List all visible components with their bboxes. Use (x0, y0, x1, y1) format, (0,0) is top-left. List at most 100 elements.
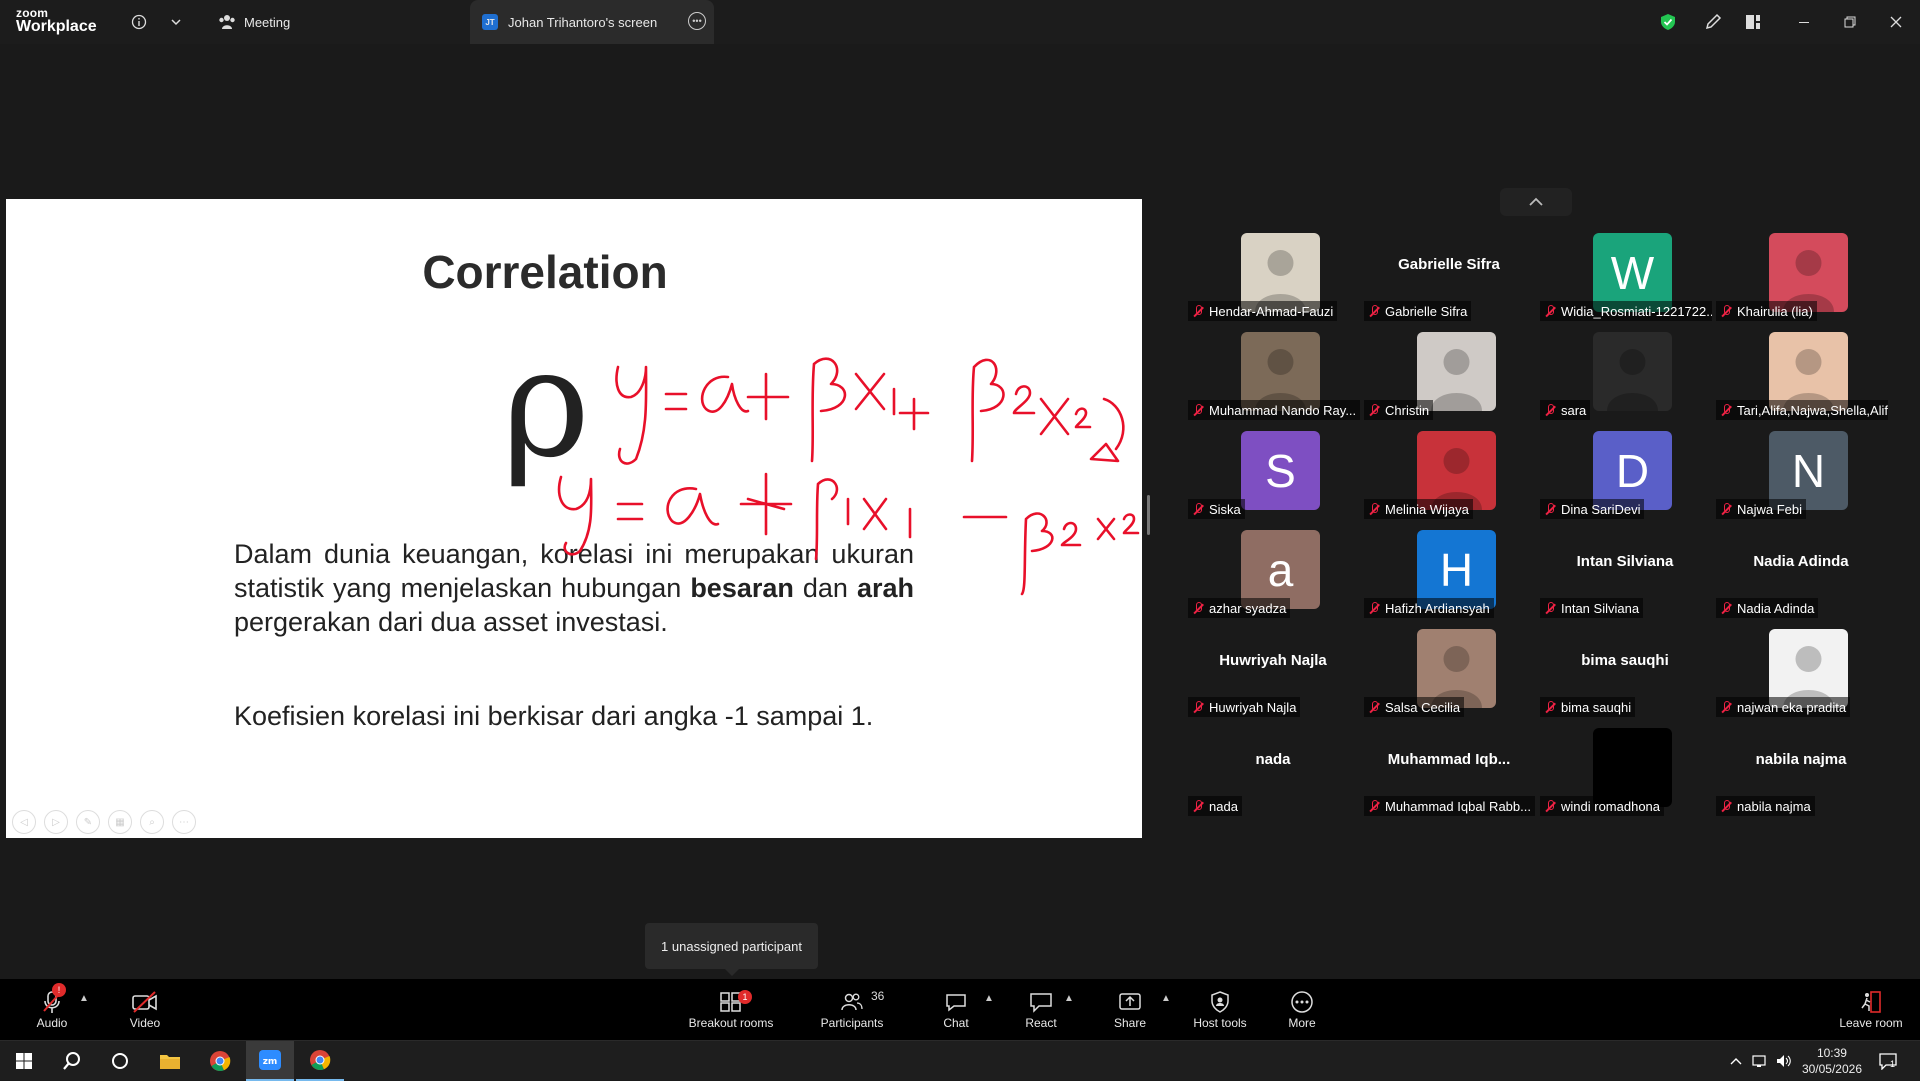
mic-muted-icon (1544, 701, 1556, 713)
participant-name-label: najwan eka pradita (1716, 697, 1851, 717)
zoom-logo: zoom Workplace (16, 7, 97, 35)
more-button[interactable]: More (1284, 979, 1320, 1040)
participant-tile[interactable]: Tari,Alifa,Najwa,Shella,Alif (1713, 325, 1889, 424)
participant-tile[interactable]: nabila najma nabila najma (1713, 721, 1889, 820)
chrome-window-icon[interactable] (296, 1041, 344, 1081)
participant-name-label: Hafizh Ardiansyah (1364, 598, 1494, 618)
chevron-up-icon (1529, 197, 1543, 206)
prev-slide-icon[interactable]: ◁ (12, 810, 36, 834)
participant-tile[interactable]: Melinia Wijaya (1361, 424, 1537, 523)
participant-avatar-letter: S (1241, 431, 1320, 510)
pen-tool-icon[interactable]: ✎ (76, 810, 100, 834)
network-icon[interactable] (1748, 1041, 1772, 1081)
tab-screen-label: Johan Trihantoro's screen (508, 14, 658, 30)
participant-tile[interactable]: bima sauqhi bima sauqhi (1537, 622, 1713, 721)
chat-caret-icon[interactable]: ▲ (984, 993, 994, 1004)
notifications-icon[interactable]: 1 (1868, 1041, 1908, 1081)
participant-name: windi romadhona (1561, 798, 1661, 814)
chat-button[interactable]: Chat (936, 979, 976, 1040)
participant-tile[interactable]: W Widia_Rosmiati-1221722... (1537, 226, 1713, 325)
more-options-icon[interactable]: ••• (688, 12, 706, 30)
info-icon[interactable] (129, 12, 149, 32)
mic-muted-icon (1544, 503, 1556, 515)
presenter-avatar: JT (482, 14, 498, 30)
mic-muted-icon (1544, 305, 1556, 317)
participant-name-label: Najwa Febi (1716, 499, 1807, 519)
participant-tile[interactable]: Gabrielle Sifra Gabrielle Sifra (1361, 226, 1537, 325)
participant-tile[interactable]: Muhammad Nando Ray... (1185, 325, 1361, 424)
slides-grid-icon[interactable]: ▦ (108, 810, 132, 834)
participant-tile[interactable]: windi romadhona (1537, 721, 1713, 820)
participant-name-label: Tari,Alifa,Najwa,Shella,Alif (1716, 400, 1888, 420)
panel-resize-handle[interactable] (1147, 495, 1150, 535)
taskbar-clock[interactable]: 10:39 30/05/2026 (1802, 1045, 1862, 1077)
participant-tile[interactable]: a azhar syadza (1185, 523, 1361, 622)
mic-muted-icon (1720, 602, 1732, 614)
participant-tile[interactable]: Khairulia (lia) (1713, 226, 1889, 325)
participant-tile[interactable]: nada nada (1185, 721, 1361, 820)
participant-tile[interactable]: Nadia Adinda Nadia Adinda (1713, 523, 1889, 622)
shared-screen[interactable]: Correlation ρ Dalam dunia keuangan, kore… (6, 199, 1142, 838)
search-icon[interactable] (48, 1041, 96, 1081)
share-caret-icon[interactable]: ▲ (1161, 993, 1171, 1004)
participants-button[interactable]: 36 Participants (812, 979, 892, 1040)
windows-start-icon[interactable] (0, 1041, 48, 1081)
minimize-icon[interactable] (1794, 12, 1814, 32)
participant-tile[interactable]: Salsa Cecilia (1361, 622, 1537, 721)
tab-shared-screen[interactable]: JT Johan Trihantoro's screen ••• (470, 0, 714, 44)
annotate-pen-icon[interactable] (1703, 12, 1723, 32)
participant-tile[interactable]: sara (1537, 325, 1713, 424)
view-layout-icon[interactable] (1743, 12, 1763, 32)
zoom-icon[interactable]: ⌕ (140, 810, 164, 834)
gallery-scroll-up-button[interactable] (1500, 188, 1572, 216)
more-tools-icon[interactable]: ⋯ (172, 810, 196, 834)
tab-meeting[interactable]: Meeting (218, 10, 290, 34)
logo-large-text: Workplace (16, 18, 97, 35)
share-screen-icon (1118, 989, 1142, 1015)
host-tools-button[interactable]: Host tools (1188, 979, 1252, 1040)
zoom-app-icon[interactable]: zm (246, 1041, 294, 1081)
mic-muted-icon (1720, 701, 1732, 713)
react-caret-icon[interactable]: ▲ (1064, 993, 1074, 1004)
react-button[interactable]: React (1020, 979, 1062, 1040)
share-button[interactable]: Share (1110, 979, 1150, 1040)
mic-muted-icon (1720, 800, 1732, 812)
chrome-icon[interactable] (196, 1041, 244, 1081)
next-slide-icon[interactable]: ▷ (44, 810, 68, 834)
participant-tile[interactable]: Christin (1361, 325, 1537, 424)
shield-check-icon[interactable] (1658, 12, 1678, 32)
chat-bubble-icon (945, 989, 967, 1015)
tray-chevron-up-icon[interactable] (1724, 1041, 1748, 1081)
chevron-down-icon[interactable] (166, 12, 186, 32)
cortana-icon[interactable] (96, 1041, 144, 1081)
clock-date: 30/05/2026 (1801, 1062, 1862, 1076)
video-button[interactable]: Video (120, 979, 170, 1040)
participant-name: Dina SariDevi (1561, 501, 1641, 517)
breakout-rooms-button[interactable]: Breakout rooms (686, 979, 776, 1040)
participant-tile[interactable]: Huwriyah Najla Huwriyah Najla (1185, 622, 1361, 721)
audio-caret-icon[interactable]: ▲ (79, 993, 89, 1004)
participant-name: nabila najma (1737, 798, 1811, 814)
participant-tile[interactable]: N Najwa Febi (1713, 424, 1889, 523)
file-explorer-icon[interactable] (146, 1041, 194, 1081)
restore-icon[interactable] (1840, 12, 1860, 32)
mic-muted-icon (1720, 305, 1732, 317)
leave-room-button[interactable]: Leave room (1836, 979, 1906, 1040)
host-tools-label: Host tools (1193, 1016, 1247, 1030)
mic-muted-icon (1544, 602, 1556, 614)
participant-tile[interactable]: Muhammad Iqb... Muhammad Iqbal Rabb... (1361, 721, 1537, 820)
participant-tile[interactable]: D Dina SariDevi (1537, 424, 1713, 523)
volume-icon[interactable] (1772, 1041, 1796, 1081)
participant-name: Najwa Febi (1737, 501, 1803, 517)
breakout-rooms-label: Breakout rooms (688, 1016, 774, 1030)
participant-tile[interactable]: S Siska (1185, 424, 1361, 523)
mic-muted-icon (1368, 800, 1380, 812)
close-icon[interactable] (1886, 12, 1906, 32)
participant-tile[interactable]: Intan Silviana Intan Silviana (1537, 523, 1713, 622)
people-icon (219, 15, 235, 29)
slide-navigation-tools: ◁ ▷ ✎ ▦ ⌕ ⋯ (12, 810, 196, 834)
participant-tile[interactable]: najwan eka pradita (1713, 622, 1889, 721)
participant-tile[interactable]: Hendar-Ahmad-Fauzi (1185, 226, 1361, 325)
participant-tile[interactable]: H Hafizh Ardiansyah (1361, 523, 1537, 622)
participant-name: Hafizh Ardiansyah (1385, 600, 1490, 616)
